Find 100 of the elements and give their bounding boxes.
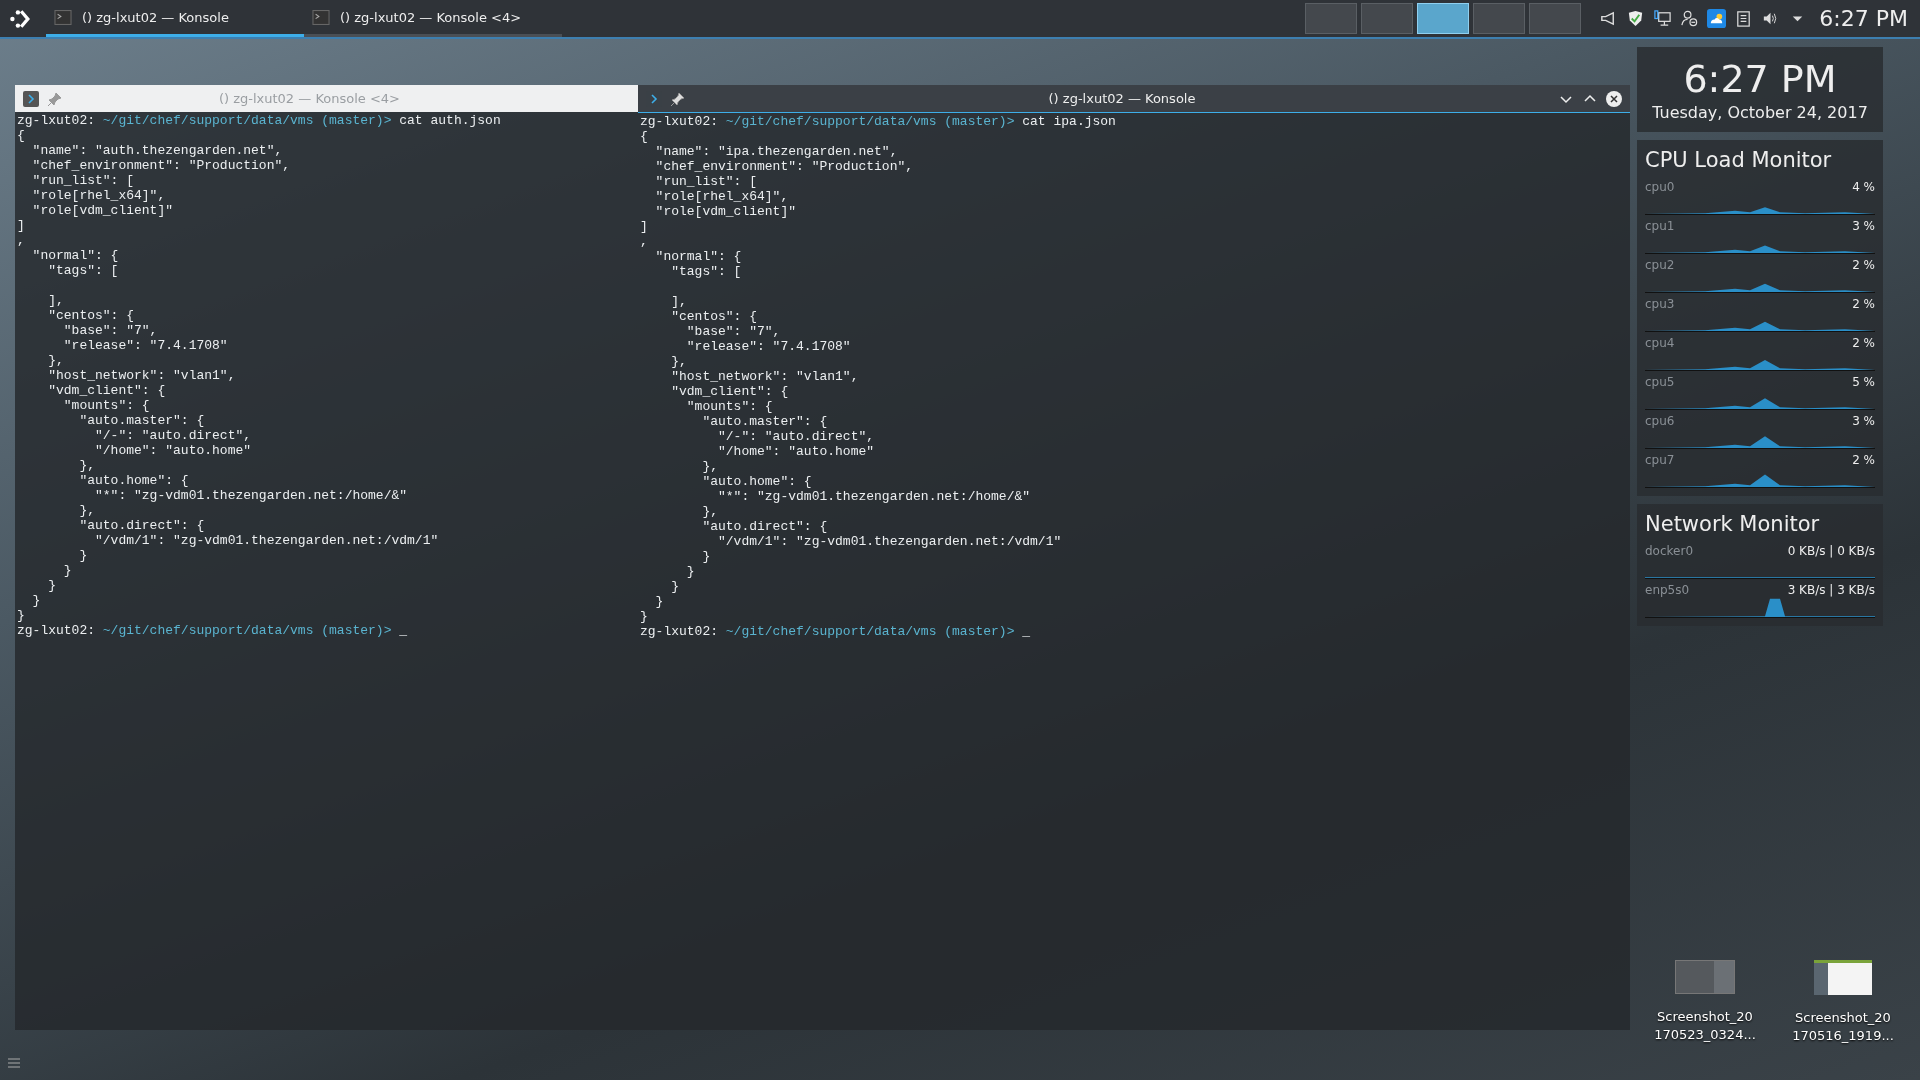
output-line: }, [78, 503, 96, 518]
prompt-line: zg-lxut02: ~/git/chef/support/data/vms (master)> cat auth.json [17, 113, 502, 128]
output-line: "mounts": { [685, 399, 774, 414]
output-line: }, [701, 504, 719, 519]
network-icon[interactable] [1653, 9, 1673, 28]
prompt-line: zg-lxut02: ~/git/chef/support/data/vms (master)> _ [640, 624, 1032, 639]
output-line: "role[rhel_x64]", [31, 188, 167, 203]
prompt-line: zg-lxut02: ~/git/chef/support/data/vms (master)> _ [17, 623, 409, 638]
interface-name: enp5s0 [1645, 583, 1690, 597]
output-line: "centos": { [670, 309, 759, 324]
cpu-name: cpu3 [1645, 297, 1675, 311]
widget-title: Network Monitor [1645, 512, 1821, 536]
output-line: ] [640, 219, 649, 234]
output-line: "/home": "auto.home" [717, 444, 876, 459]
app-launcher-icon[interactable] [8, 7, 30, 30]
task-button[interactable]: () zg-lxut02 — Konsole <4> [304, 0, 562, 37]
user-icon[interactable] [1680, 9, 1700, 28]
output-line: ], [670, 294, 688, 309]
virtual-desktop-thumbnail[interactable] [1529, 3, 1582, 34]
cpu-load: 4 % [1852, 180, 1875, 194]
cpu-load: 2 % [1852, 258, 1875, 272]
output-line: "role[vdm_client]" [31, 203, 175, 218]
cpu-name: cpu7 [1645, 453, 1675, 467]
output-line: } [685, 564, 696, 579]
output-line: "host_network": "vlan1", [670, 369, 860, 384]
output-line: "vdm_client": { [47, 383, 167, 398]
cpu-load: 3 % [1852, 414, 1875, 428]
network-rate: 3 KB/s | 3 KB/s [1787, 583, 1875, 597]
output-line: }, [670, 354, 688, 369]
window-title: () zg-lxut02 — Konsole [1047, 91, 1197, 106]
output-line: "auto.master": { [78, 413, 206, 428]
output-line: } [47, 578, 57, 593]
interface-name: docker0 [1645, 544, 1694, 558]
output-line: "base": "7", [62, 323, 159, 338]
output-line: "chef_environment": "Production", [654, 159, 915, 174]
output-line: ], [47, 293, 65, 308]
output-line: } [62, 563, 73, 578]
output-line: }, [47, 353, 65, 368]
file-name[interactable]: Screenshot_20 170523_0324... [1654, 1008, 1756, 1044]
output-line: "/vdm/1": "zg-vdm01.thezengarden.net:/vdm/1" [717, 534, 1063, 549]
output-line: "auto.direct": { [701, 519, 829, 534]
cpu-load: 2 % [1852, 297, 1875, 311]
terminal-icon [312, 9, 330, 25]
cpu-load: 2 % [1852, 453, 1875, 467]
cpu-name: cpu0 [1645, 180, 1675, 194]
output-line: , [17, 233, 26, 248]
screenshot-thumbnail[interactable] [1814, 960, 1872, 995]
output-line: "centos": { [47, 308, 136, 323]
close-icon[interactable] [1606, 90, 1622, 107]
virtual-desktop-thumbnail[interactable] [1417, 3, 1470, 34]
output-line: } [670, 579, 680, 594]
output-line: } [31, 593, 42, 608]
network-rate: 0 KB/s | 0 KB/s [1787, 544, 1875, 558]
screenshot-thumbnail[interactable] [1675, 960, 1735, 994]
output-line: } [640, 609, 649, 624]
pin-icon[interactable] [670, 90, 686, 107]
widget-date: Tuesday, October 24, 2017 [1652, 103, 1868, 122]
output-line: { [640, 129, 649, 144]
output-line: "name": "auth.thezengarden.net", [31, 143, 284, 158]
output-line: "role[rhel_x64]", [654, 189, 790, 204]
weather-icon[interactable] [1707, 9, 1727, 28]
output-line: { [17, 128, 26, 143]
output-line: } [78, 548, 89, 563]
output-line: "chef_environment": "Production", [31, 158, 292, 173]
output-line: "auto.master": { [701, 414, 829, 429]
file-name[interactable]: Screenshot_20 170516_1919... [1792, 1009, 1894, 1045]
output-line: "/home": "auto.home" [94, 443, 253, 458]
output-line: "/-": "auto.direct", [717, 429, 876, 444]
output-line: "tags": [ [670, 264, 743, 279]
widget-title: CPU Load Monitor [1645, 148, 1833, 172]
virtual-desktop-thumbnail[interactable] [1305, 3, 1358, 34]
output-line: "/-": "auto.direct", [94, 428, 253, 443]
output-line: "*": "zg-vdm01.thezengarden.net:/home/&" [717, 489, 1032, 504]
output-line: "vdm_client": { [670, 384, 790, 399]
cpu-load: 2 % [1852, 336, 1875, 350]
prompt-line: zg-lxut02: ~/git/chef/support/data/vms (master)> cat ipa.json [640, 114, 1117, 129]
output-line: "name": "ipa.thezengarden.net", [654, 144, 899, 159]
terminal-icon [54, 9, 72, 25]
output-line: }, [701, 459, 719, 474]
cpu-load: 5 % [1852, 375, 1875, 389]
output-line: "*": "zg-vdm01.thezengarden.net:/home/&" [94, 488, 409, 503]
output-line: "normal": { [654, 249, 743, 264]
output-line: "normal": { [31, 248, 120, 263]
cpu-name: cpu1 [1645, 219, 1675, 233]
cpu-name: cpu2 [1645, 258, 1675, 272]
cpu-load: 3 % [1852, 219, 1875, 233]
output-line: "auto.home": { [78, 473, 190, 488]
output-line: , [640, 234, 649, 249]
cpu-name: cpu4 [1645, 336, 1675, 350]
virtual-desktop-thumbnail[interactable] [1473, 3, 1526, 34]
output-line: } [701, 549, 712, 564]
task-button[interactable]: () zg-lxut02 — Konsole [46, 0, 304, 37]
output-line: "auto.direct": { [78, 518, 206, 533]
output-line: "release": "7.4.1708" [62, 338, 229, 353]
output-line: } [654, 594, 665, 609]
virtual-desktop-thumbnail[interactable] [1361, 3, 1414, 34]
output-line: ] [17, 218, 26, 233]
panel-clock[interactable]: 6:27 PM [1819, 6, 1908, 31]
output-line: "base": "7", [685, 324, 782, 339]
output-line: "/vdm/1": "zg-vdm01.thezengarden.net:/vdm/1" [94, 533, 440, 548]
